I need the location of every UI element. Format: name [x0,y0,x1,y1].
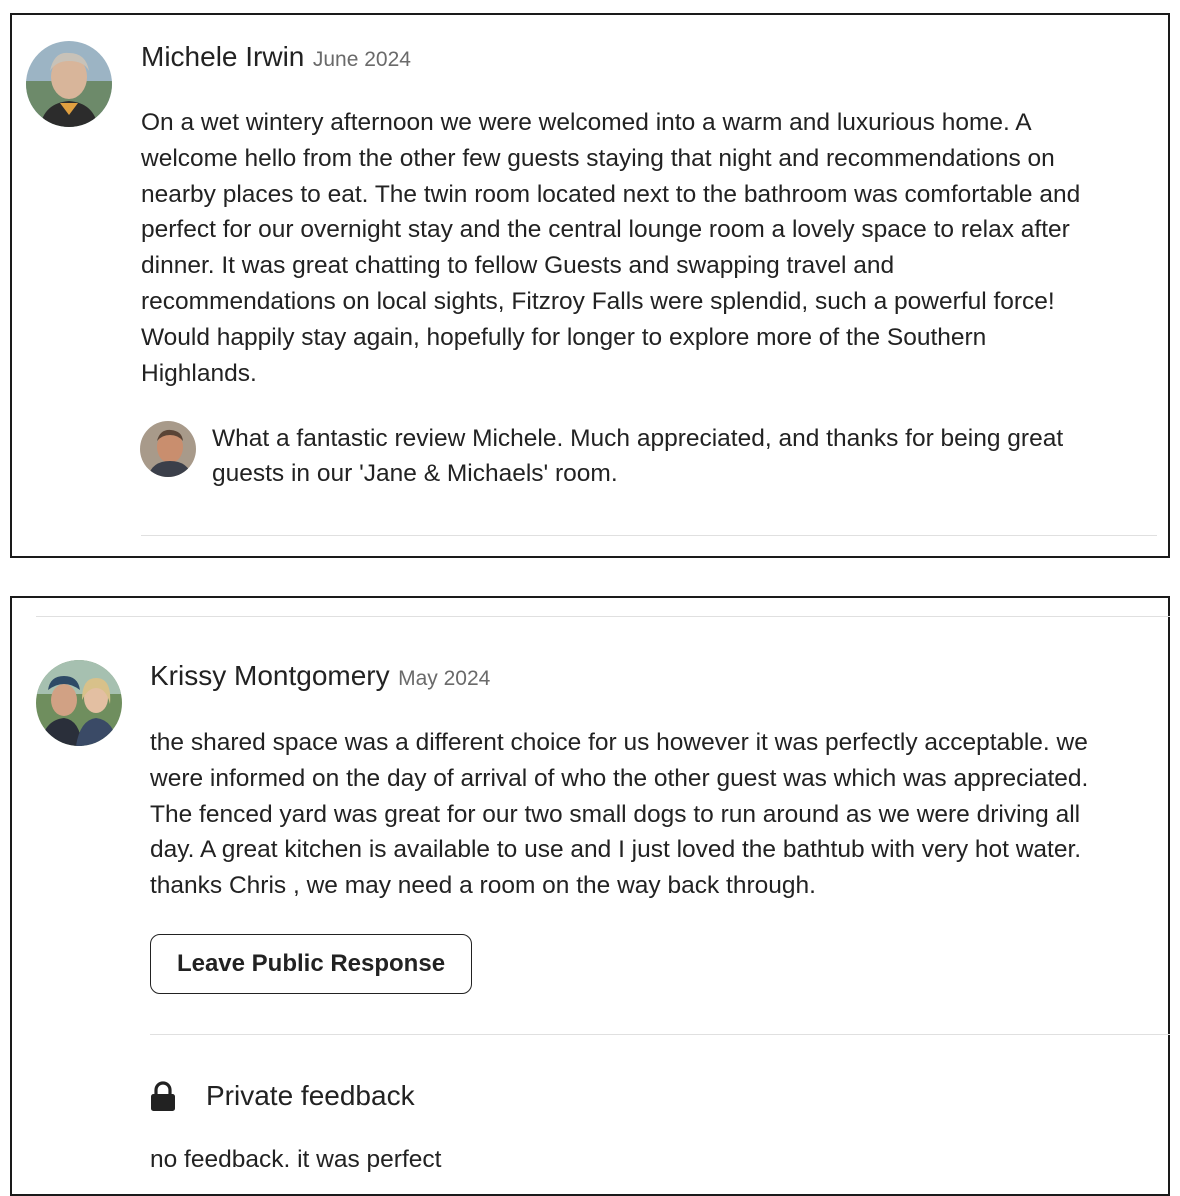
host-response: What a fantastic review Michele. Much ap… [212,421,1063,491]
reviewer-photo [36,660,122,746]
review-text-line: the shared space was a different choice … [150,729,1088,756]
review-text-line: The fenced yard was great for our two sm… [150,800,1081,828]
review-text-line: perfect for our overnight stay and the c… [141,216,1070,244]
review-text-line: On a wet wintery afternoon we were welco… [141,109,1032,136]
divider [150,1034,1170,1035]
reviewer-header: Michele Irwin June 2024 [141,41,411,73]
host-avatar[interactable] [140,421,196,477]
reviewer-photo [26,41,112,127]
private-feedback-text: no feedback. it was perfect [150,1146,442,1173]
reviewer-name: Krissy Montgomery [150,660,390,691]
divider [36,616,1170,617]
review-text-line: day. A great kitchen is available to use… [150,836,1082,864]
review-text: the shared space was a different choice … [150,725,1088,904]
lock-icon [151,1081,175,1111]
review-date: May 2024 [398,667,491,690]
review-text-line: dinner. It was great chatting to fellow … [141,252,895,280]
private-feedback-title: Private feedback [206,1080,415,1111]
review-text-line: nearby places to eat. The twin room loca… [141,180,1081,208]
review-card-michele: Michele Irwin June 2024 On a wet wintery… [10,13,1170,558]
host-response-line: guests in our 'Jane & Michaels' room. [212,460,618,487]
review-text-line: thanks Chris , we may need a room on the… [150,872,816,900]
leave-public-response-button[interactable]: Leave Public Response [150,934,472,994]
reviewer-avatar[interactable] [26,41,112,127]
reviewer-avatar[interactable] [36,660,122,746]
review-text-line: Would happily stay again, hopefully for … [141,323,987,351]
reviewer-header: Krissy Montgomery May 2024 [150,660,490,692]
review-card-krissy: Krissy Montgomery May 2024 the shared sp… [10,596,1170,1196]
review-text: On a wet wintery afternoon we were welco… [141,105,1080,391]
review-text-line: Highlands. [141,359,257,387]
divider [141,535,1157,536]
host-response-line: What a fantastic review Michele. Much ap… [212,425,1064,452]
private-feedback-header: Private feedback [150,1080,415,1112]
reviewer-name: Michele Irwin [141,41,305,72]
review-text-line: welcome hello from the other few guests … [141,144,1055,172]
review-text-line: recommendations on local sights, Fitzroy… [141,287,1055,315]
review-text-line: were informed on the day of arrival of w… [150,764,1089,792]
review-date: June 2024 [312,48,411,71]
host-photo [140,421,196,477]
